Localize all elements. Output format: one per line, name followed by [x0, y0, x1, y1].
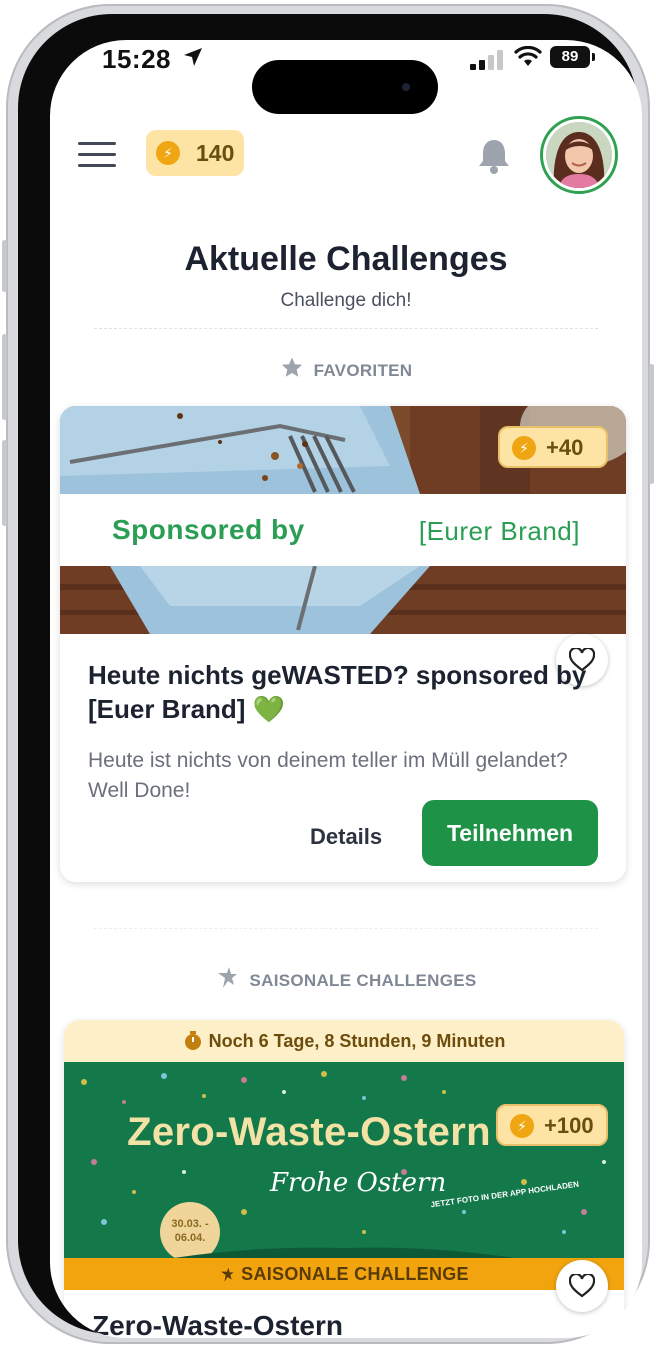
points-balance[interactable]: ⚡ 140 — [146, 130, 244, 176]
bell-icon[interactable] — [474, 136, 514, 176]
sparkle-star-icon — [218, 967, 238, 988]
points-reward-badge: ⚡ +100 — [496, 1104, 608, 1146]
challenge-title: Heute nichts geWASTED? sponsored by [Eue… — [88, 660, 587, 724]
challenge-description: Heute ist nichts von deinem teller im Mü… — [88, 749, 568, 802]
status-time: 15:28 — [102, 44, 171, 74]
favorites-section-header: FAVORITEN — [50, 356, 642, 381]
volume-down-button — [2, 440, 7, 526]
seasonal-section-header: SAISONALE CHALLENGES — [50, 966, 642, 991]
sparkle-star-icon — [221, 1267, 234, 1282]
challenge-image-bottom — [60, 566, 626, 634]
location-arrow-icon — [184, 48, 202, 66]
menu-line — [78, 164, 116, 167]
sponsor-brand-name: [Eurer Brand] — [418, 516, 580, 546]
banner-script-text: Frohe Ostern — [270, 1168, 447, 1198]
sponsor-banner: Sponsored by [Eurer Brand] — [60, 494, 626, 566]
stopwatch-icon — [184, 1031, 201, 1050]
confetti-pattern — [81, 1071, 606, 1234]
join-button[interactable]: Teilnehmen — [422, 800, 598, 866]
favorite-toggle-button[interactable] — [556, 1260, 608, 1312]
battery-indicator: 89 — [550, 46, 595, 68]
power-button — [649, 364, 654, 484]
wifi-icon — [514, 46, 542, 66]
menu-line — [78, 153, 116, 156]
profile-photo — [546, 122, 612, 188]
sponsored-by-label: Sponsored by — [112, 514, 305, 545]
hamburger-menu-button[interactable] — [78, 142, 116, 170]
mute-switch — [2, 240, 7, 292]
countdown-text: Noch 6 Tage, 8 Stunden, 9 Minuten — [208, 1031, 506, 1051]
favorite-challenge-card[interactable]: ⚡ +40 Sponsored by [Eurer Brand] Heute n… — [60, 406, 626, 882]
details-button[interactable]: Details — [310, 824, 382, 850]
seasonal-challenge-card[interactable]: Noch 6 Tage, 8 Stunden, 9 Minuten Zero-W… — [64, 1020, 624, 1338]
menu-line — [78, 142, 116, 145]
banner-hills — [173, 1247, 515, 1258]
divider — [94, 928, 598, 929]
lightning-coin-icon: ⚡ — [510, 1114, 534, 1138]
seasonal-badge-text: SAISONALE CHALLENGE — [241, 1264, 469, 1284]
lightning-coin-icon: ⚡ — [512, 436, 536, 460]
points-reward-badge: ⚡ +40 — [498, 426, 608, 468]
cellular-signal-icon — [470, 50, 503, 70]
seasonal-challenge-badge: SAISONALE CHALLENGE — [64, 1258, 624, 1290]
reward-points: +100 — [544, 1113, 594, 1138]
favorites-label: FAVORITEN — [313, 361, 413, 380]
challenge-title: Zero-Waste-Ostern — [92, 1310, 344, 1338]
page-subtitle: Challenge dich! — [280, 290, 412, 311]
seasonal-label: SAISONALE CHALLENGES — [249, 971, 477, 990]
phone-frame: 15:28 89 ⚡ 140 Aktuelle Challenges Chall… — [2, 4, 654, 1344]
divider — [94, 328, 598, 329]
banner-title: Zero-Waste-Ostern — [127, 1110, 491, 1154]
screen-bezel: 15:28 89 ⚡ 140 Aktuelle Challenges Chall… — [18, 14, 642, 1338]
volume-up-button — [2, 334, 7, 420]
seasonal-banner-image: Zero-Waste-Ostern Frohe Ostern JETZT FOT… — [64, 1062, 624, 1258]
heart-icon — [569, 1274, 595, 1298]
countdown-timer: Noch 6 Tage, 8 Stunden, 9 Minuten — [64, 1020, 624, 1062]
page-title: Aktuelle Challenges — [184, 240, 508, 278]
points-value: 140 — [196, 140, 235, 166]
app-screen: 15:28 89 ⚡ 140 Aktuelle Challenges Chall… — [50, 40, 642, 1338]
lightning-coin-icon: ⚡ — [156, 141, 180, 165]
profile-avatar[interactable] — [540, 116, 618, 194]
reward-points: +40 — [546, 435, 584, 460]
dynamic-island — [252, 60, 438, 114]
star-icon — [281, 357, 302, 377]
